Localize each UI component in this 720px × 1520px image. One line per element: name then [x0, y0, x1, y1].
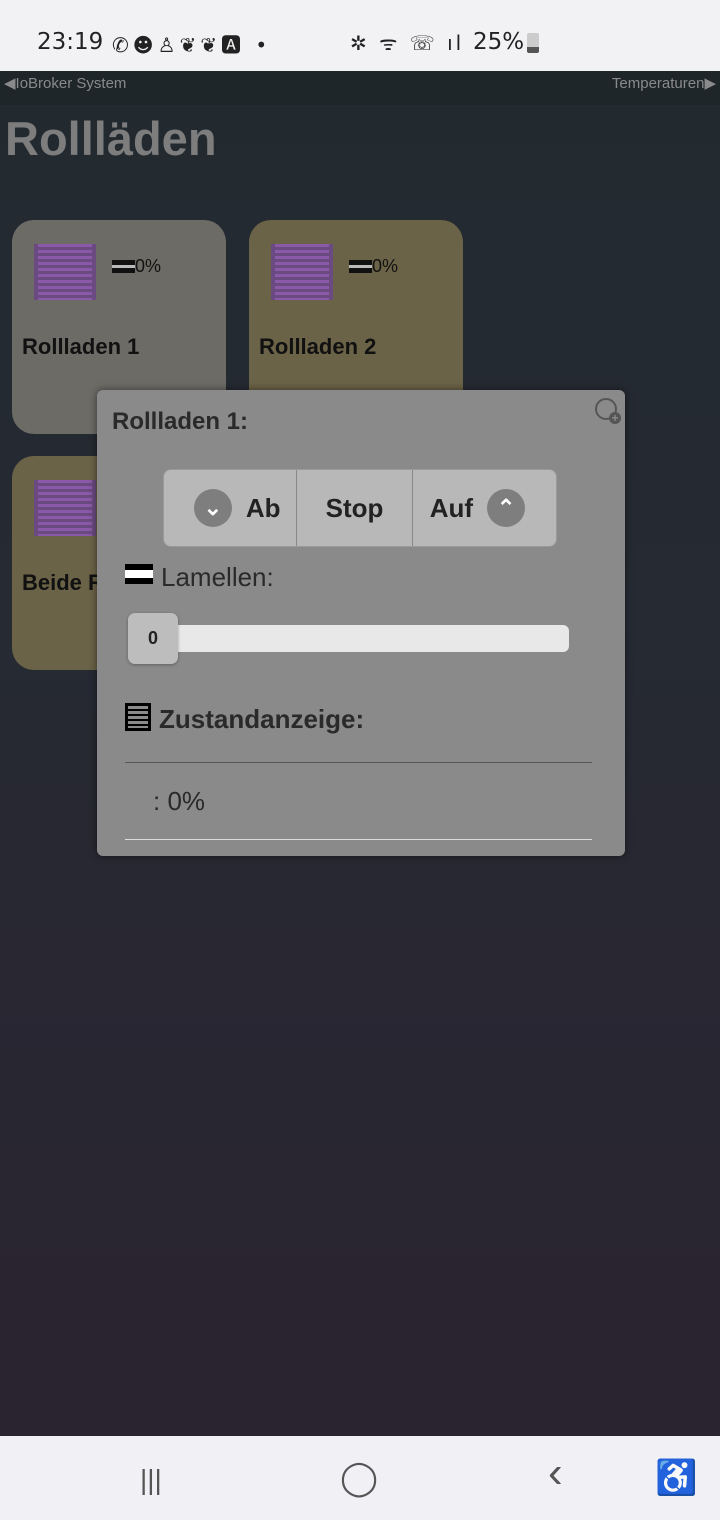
rollladen-popup: Rollladen 1: ⌄ Ab Stop Auf ⌃ Lamellen: 0 Z… [97, 390, 625, 856]
down-button[interactable]: ⌄ Ab [164, 470, 298, 546]
lamellen-text: Lamellen: [161, 562, 274, 592]
nav-next-link[interactable]: Temperaturen▶ [612, 74, 716, 92]
slats-icon [349, 260, 372, 273]
add-timer-icon[interactable] [595, 398, 621, 424]
slats-icon [125, 564, 153, 584]
chevron-down-icon: ⌄ [193, 489, 232, 527]
status-heading: Zustandanzeige: [125, 703, 364, 735]
stop-label: Stop [325, 492, 384, 523]
nav-next-label: Temperaturen [611, 75, 705, 92]
accessibility-button[interactable]: ♿ [655, 1458, 697, 1498]
nav-prev-label: IoBroker System [15, 75, 127, 92]
shutter-icon [34, 480, 96, 536]
home-button[interactable]: ◯ [340, 1458, 378, 1498]
card-name: Rollladen 1 [22, 334, 140, 359]
popup-title: Rollladen 1: [112, 408, 249, 435]
system-icons: ✲ ᯤ ☏ ıl [350, 31, 465, 55]
chevron-up-icon: ⌃ [487, 489, 526, 527]
status-bar: 23:19 ✆☻♙❦❦🅰 • ✲ ᯤ ☏ ıl 25% [0, 0, 720, 71]
system-nav-bar: ||| ◯ ‹ ♿ [0, 1436, 720, 1520]
control-buttons: ⌄ Ab Stop Auf ⌃ [163, 469, 557, 547]
card-name: Rollladen 2 [259, 334, 377, 359]
stop-button[interactable]: Stop [297, 470, 413, 546]
up-button[interactable]: Auf ⌃ [413, 470, 556, 546]
card-value-text: 0% [135, 256, 162, 276]
battery-percent: 25% [473, 29, 525, 55]
lamellen-slider-handle[interactable]: 0 [128, 613, 178, 664]
battery-icon [527, 33, 539, 53]
divider [125, 762, 592, 763]
status-heading-text: Zustandanzeige: [159, 704, 365, 734]
note-edit-icon [125, 703, 151, 731]
down-label: Ab [245, 492, 281, 523]
status-value: : 0% [153, 786, 206, 816]
card-value: 0% [112, 256, 161, 277]
top-nav: ◀IoBroker System Temperaturen▶ [0, 71, 720, 105]
shutter-icon [34, 244, 96, 300]
card-value-text: 0% [372, 256, 399, 276]
lamellen-slider-track[interactable] [137, 625, 569, 652]
nav-prev-link[interactable]: ◀IoBroker System [4, 74, 126, 92]
clock: 23:19 [37, 29, 104, 55]
divider [125, 839, 592, 840]
card-name: Beide R [22, 570, 104, 595]
shutter-icon [271, 244, 333, 300]
back-button[interactable]: ‹ [548, 1448, 563, 1498]
card-value: 0% [349, 256, 398, 277]
recent-apps-button[interactable]: ||| [140, 1464, 162, 1496]
notification-icons: ✆☻♙❦❦🅰 • [112, 33, 272, 57]
page-title: Rollläden [5, 112, 217, 165]
up-label: Auf [429, 492, 474, 523]
slats-icon [112, 260, 135, 273]
lamellen-label: Lamellen: [125, 562, 274, 593]
